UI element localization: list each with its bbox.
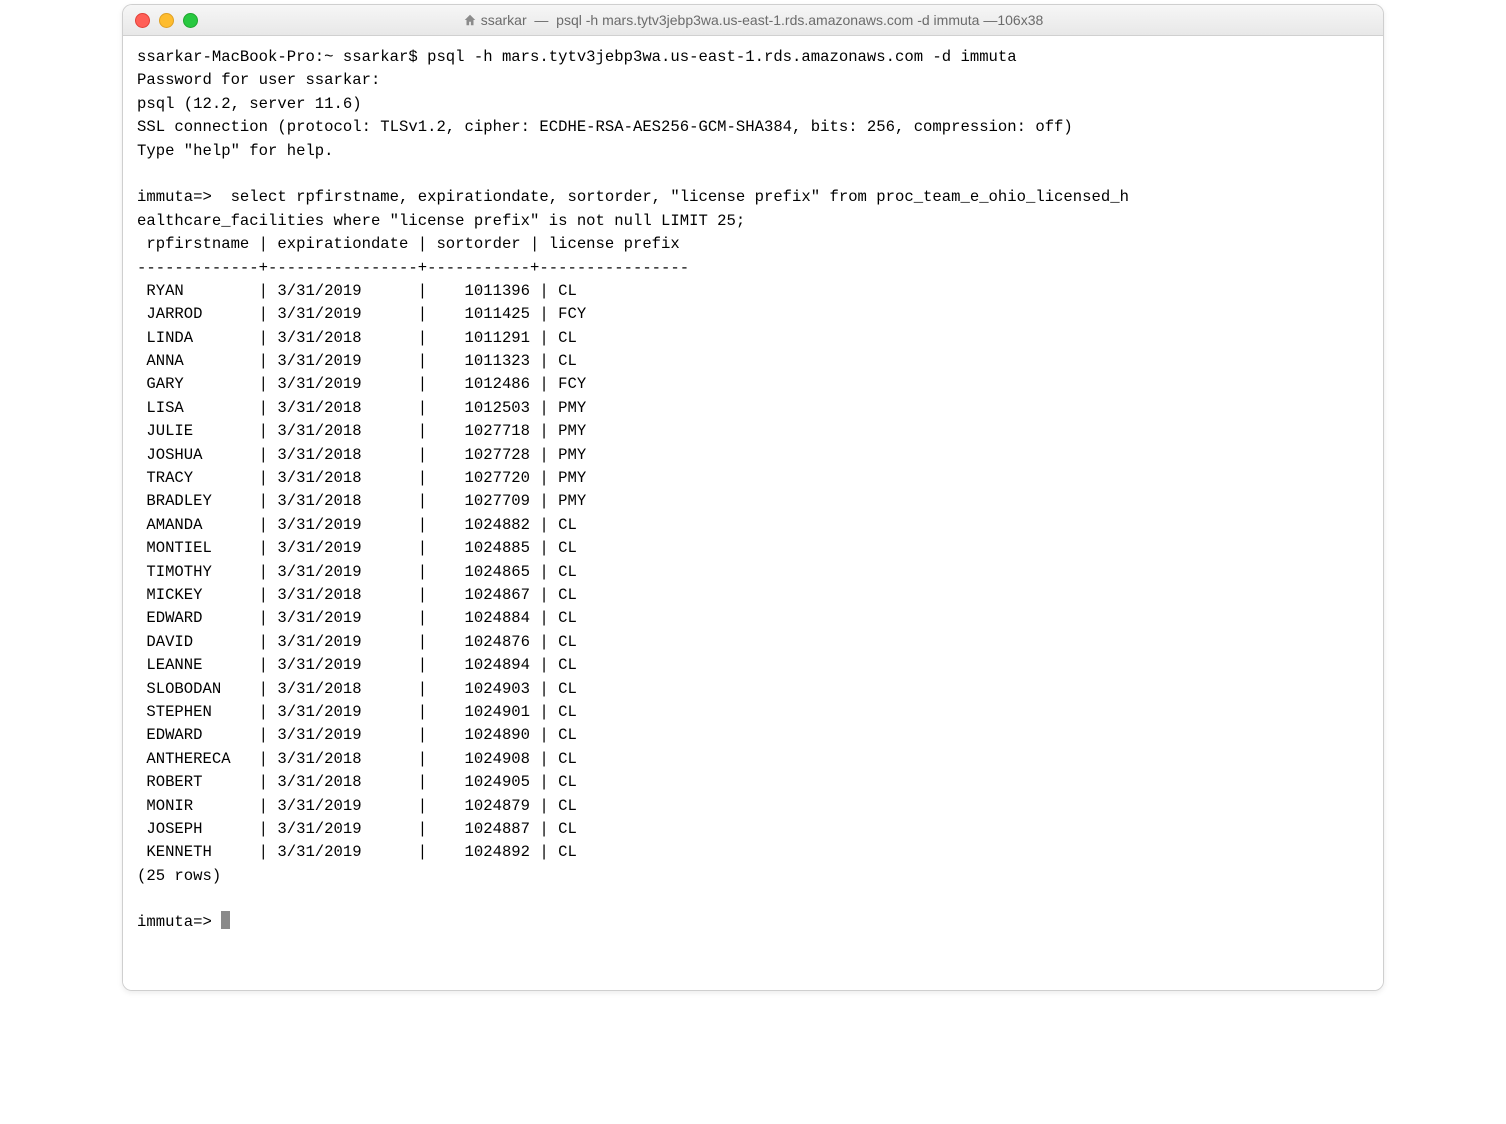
title-sep: — [531, 12, 557, 28]
terminal-body[interactable]: ssarkar-MacBook-Pro:~ ssarkar$ psql -h m… [123, 36, 1383, 990]
close-icon[interactable] [135, 13, 150, 28]
titlebar[interactable]: ssarkar — psql -h mars.tytv3jebp3wa.us-e… [123, 5, 1383, 36]
title-cmd: psql -h mars.tytv3jebp3wa.us-east-1.rds.… [556, 12, 979, 28]
home-icon [463, 13, 477, 27]
title-folder: ssarkar [481, 12, 527, 28]
minimize-icon[interactable] [159, 13, 174, 28]
traffic-lights [123, 13, 198, 28]
zoom-icon[interactable] [183, 13, 198, 28]
title-sep2: — [983, 12, 997, 28]
window-title: ssarkar — psql -h mars.tytv3jebp3wa.us-e… [123, 12, 1383, 28]
cursor [221, 911, 230, 929]
title-size: 106x38 [997, 12, 1043, 28]
terminal-window: ssarkar — psql -h mars.tytv3jebp3wa.us-e… [122, 4, 1384, 991]
